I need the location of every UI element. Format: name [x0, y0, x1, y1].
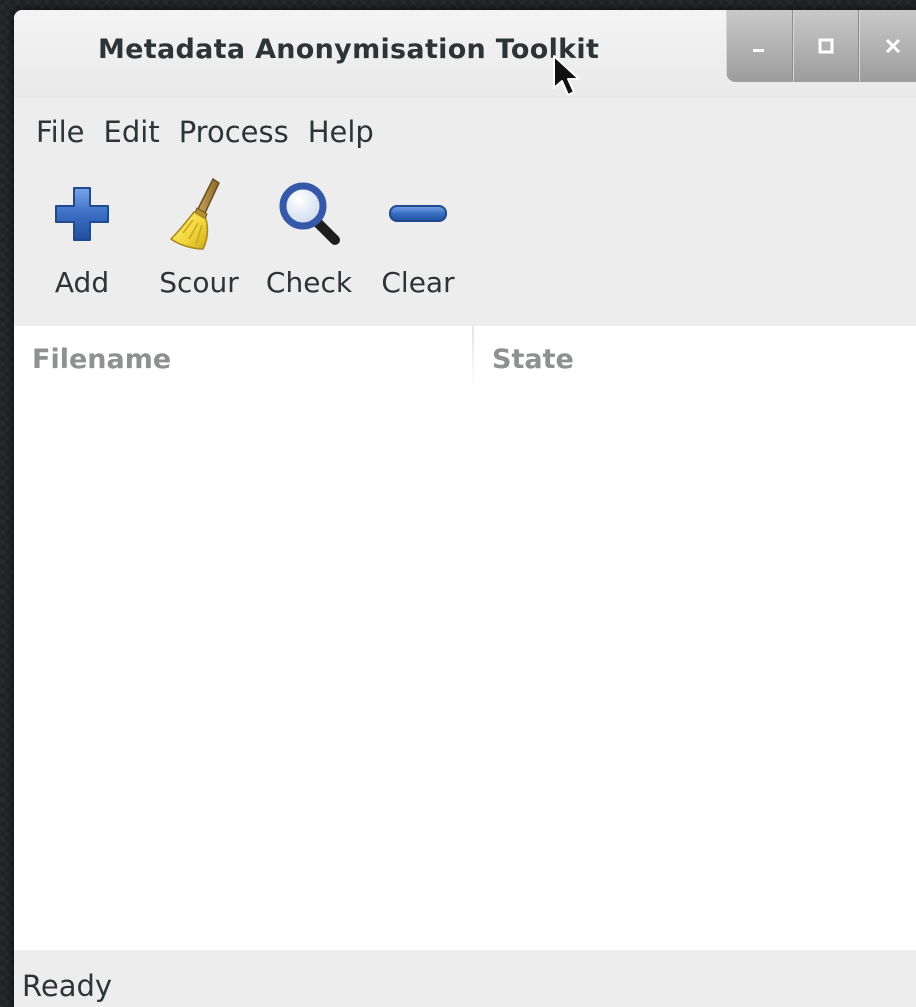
window-controls [726, 10, 916, 82]
status-text: Ready [22, 969, 113, 1003]
app-window: Metadata Anonymisation Toolkit File Edit… [14, 10, 916, 1007]
file-list[interactable]: Filename State [14, 326, 916, 950]
check-button[interactable]: Check [259, 170, 359, 299]
maximize-button[interactable] [792, 10, 860, 82]
status-bar: Ready [14, 952, 916, 1007]
broom-icon [159, 174, 239, 254]
window-title: Metadata Anonymisation Toolkit [98, 34, 600, 65]
mouse-cursor-icon [553, 55, 580, 96]
menu-file[interactable]: File [36, 111, 85, 153]
toolbar: Add Scour Check Clear [14, 170, 916, 322]
menu-help[interactable]: Help [308, 111, 374, 153]
menu-process[interactable]: Process [179, 111, 289, 153]
scour-label: Scour [159, 266, 239, 299]
add-label: Add [54, 266, 110, 299]
maximize-icon [818, 38, 834, 54]
minimize-icon [753, 49, 765, 52]
clear-button[interactable]: Clear [373, 170, 463, 299]
file-list-header: Filename State [14, 326, 916, 392]
menu-edit[interactable]: Edit [104, 111, 160, 153]
scour-button[interactable]: Scour [139, 170, 259, 299]
add-icon [42, 174, 122, 254]
minimize-button[interactable] [726, 10, 793, 82]
column-header-filename[interactable]: Filename [14, 326, 474, 392]
column-header-state[interactable]: State [474, 326, 916, 392]
close-button[interactable] [859, 10, 916, 82]
close-icon [885, 38, 900, 54]
title-bar[interactable]: Metadata Anonymisation Toolkit [14, 10, 916, 98]
desktop-background: Metadata Anonymisation Toolkit File Edit… [0, 0, 916, 1007]
minus-icon [378, 174, 458, 254]
check-label: Check [265, 266, 353, 299]
magnifier-icon [269, 174, 349, 254]
add-button[interactable]: Add [41, 170, 123, 299]
clear-label: Clear [381, 266, 455, 299]
menu-bar: File Edit Process Help [14, 102, 916, 162]
